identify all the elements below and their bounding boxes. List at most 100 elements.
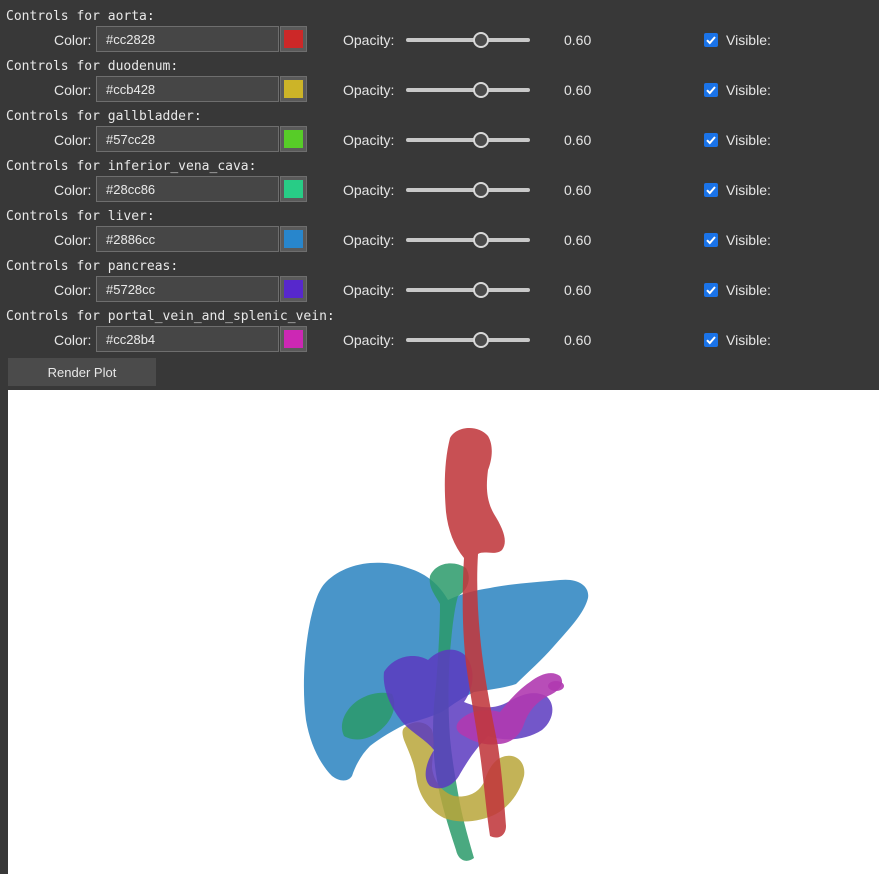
opacity-slider[interactable] (406, 325, 530, 355)
controls-group-pancreas: Controls for pancreas: Color: Opacity: 0… (0, 258, 879, 308)
color-picker-button[interactable] (280, 326, 307, 352)
visible-checkbox[interactable] (704, 83, 718, 97)
organ-render (303, 427, 589, 861)
controls-group-inferior-vena-cava: Controls for inferior_vena_cava: Color: … (0, 158, 879, 208)
render-plot-button[interactable]: Render Plot (8, 358, 156, 386)
color-swatch (284, 30, 303, 48)
color-picker-button[interactable] (280, 226, 307, 252)
slider-track (406, 188, 530, 192)
color-label: Color: (54, 282, 92, 298)
opacity-slider[interactable] (406, 275, 530, 305)
splenic-vein-tip (548, 681, 564, 691)
opacity-slider[interactable] (406, 125, 530, 155)
opacity-label: Opacity: (343, 132, 395, 148)
opacity-value: 0.60 (564, 332, 592, 348)
controls-row: Color: Opacity: 0.60 Visible: (0, 325, 879, 355)
opacity-slider[interactable] (406, 75, 530, 105)
visible-checkbox[interactable] (704, 333, 718, 347)
color-label: Color: (54, 132, 92, 148)
slider-thumb[interactable] (473, 32, 489, 48)
visible-checkbox[interactable] (704, 233, 718, 247)
color-label: Color: (54, 82, 92, 98)
slider-track (406, 38, 530, 42)
3d-plot-view[interactable] (8, 390, 879, 874)
visible-checkbox[interactable] (704, 183, 718, 197)
controls-group-duodenum: Controls for duodenum: Color: Opacity: 0… (0, 58, 879, 108)
visible-label: Visible: (726, 182, 771, 198)
slider-track (406, 288, 530, 292)
slider-thumb[interactable] (473, 132, 489, 148)
checkmark-icon (706, 336, 716, 345)
slider-thumb[interactable] (473, 282, 489, 298)
opacity-value: 0.60 (564, 232, 592, 248)
controls-row: Color: Opacity: 0.60 Visible: (0, 125, 879, 155)
slider-thumb[interactable] (473, 182, 489, 198)
opacity-label: Opacity: (343, 282, 395, 298)
controls-group-gallbladder: Controls for gallbladder: Color: Opacity… (0, 108, 879, 158)
visible-checkbox[interactable] (704, 33, 718, 47)
visible-checkbox[interactable] (704, 133, 718, 147)
slider-thumb[interactable] (473, 232, 489, 248)
group-title: Controls for pancreas: (6, 259, 179, 274)
checkmark-icon (706, 86, 716, 95)
opacity-value: 0.60 (564, 32, 592, 48)
opacity-label: Opacity: (343, 82, 395, 98)
group-title: Controls for duodenum: (6, 59, 179, 74)
color-picker-button[interactable] (280, 26, 307, 52)
controls-row: Color: Opacity: 0.60 Visible: (0, 75, 879, 105)
group-title: Controls for gallbladder: (6, 109, 202, 124)
controls-group-portal-vein-and-splenic-vein: Controls for portal_vein_and_splenic_vei… (0, 308, 879, 358)
controls-row: Color: Opacity: 0.60 Visible: (0, 175, 879, 205)
group-title: Controls for aorta: (6, 9, 155, 24)
color-text-input[interactable] (96, 176, 279, 202)
opacity-label: Opacity: (343, 332, 395, 348)
visible-label: Visible: (726, 282, 771, 298)
opacity-label: Opacity: (343, 32, 395, 48)
color-swatch (284, 180, 303, 198)
color-picker-button[interactable] (280, 76, 307, 102)
controls-panel: Controls for aorta: Color: Opacity: 0.60… (0, 0, 879, 390)
color-text-input[interactable] (96, 76, 279, 102)
color-swatch (284, 230, 303, 248)
color-text-input[interactable] (96, 276, 279, 302)
visible-label: Visible: (726, 132, 771, 148)
color-label: Color: (54, 182, 92, 198)
color-label: Color: (54, 332, 92, 348)
visible-label: Visible: (726, 232, 771, 248)
controls-row: Color: Opacity: 0.60 Visible: (0, 25, 879, 55)
checkmark-icon (706, 236, 716, 245)
slider-thumb[interactable] (473, 82, 489, 98)
slider-thumb[interactable] (473, 332, 489, 348)
color-label: Color: (54, 232, 92, 248)
color-text-input[interactable] (96, 226, 279, 252)
visible-label: Visible: (726, 332, 771, 348)
group-title: Controls for inferior_vena_cava: (6, 159, 257, 174)
opacity-value: 0.60 (564, 82, 592, 98)
color-text-input[interactable] (96, 26, 279, 52)
visible-checkbox[interactable] (704, 283, 718, 297)
opacity-label: Opacity: (343, 182, 395, 198)
slider-track (406, 88, 530, 92)
checkmark-icon (706, 186, 716, 195)
group-title: Controls for liver: (6, 209, 155, 224)
slider-track (406, 138, 530, 142)
controls-group-aorta: Controls for aorta: Color: Opacity: 0.60… (0, 8, 879, 58)
color-swatch (284, 330, 303, 348)
color-text-input[interactable] (96, 126, 279, 152)
opacity-slider[interactable] (406, 225, 530, 255)
color-label: Color: (54, 32, 92, 48)
color-text-input[interactable] (96, 326, 279, 352)
opacity-label: Opacity: (343, 232, 395, 248)
color-picker-button[interactable] (280, 126, 307, 152)
visible-label: Visible: (726, 32, 771, 48)
opacity-slider[interactable] (406, 25, 530, 55)
controls-row: Color: Opacity: 0.60 Visible: (0, 225, 879, 255)
group-title: Controls for portal_vein_and_splenic_vei… (6, 309, 335, 324)
color-picker-button[interactable] (280, 276, 307, 302)
opacity-value: 0.60 (564, 282, 592, 298)
color-picker-button[interactable] (280, 176, 307, 202)
controls-group-liver: Controls for liver: Color: Opacity: 0.60… (0, 208, 879, 258)
color-swatch (284, 130, 303, 148)
slider-track (406, 238, 530, 242)
opacity-slider[interactable] (406, 175, 530, 205)
